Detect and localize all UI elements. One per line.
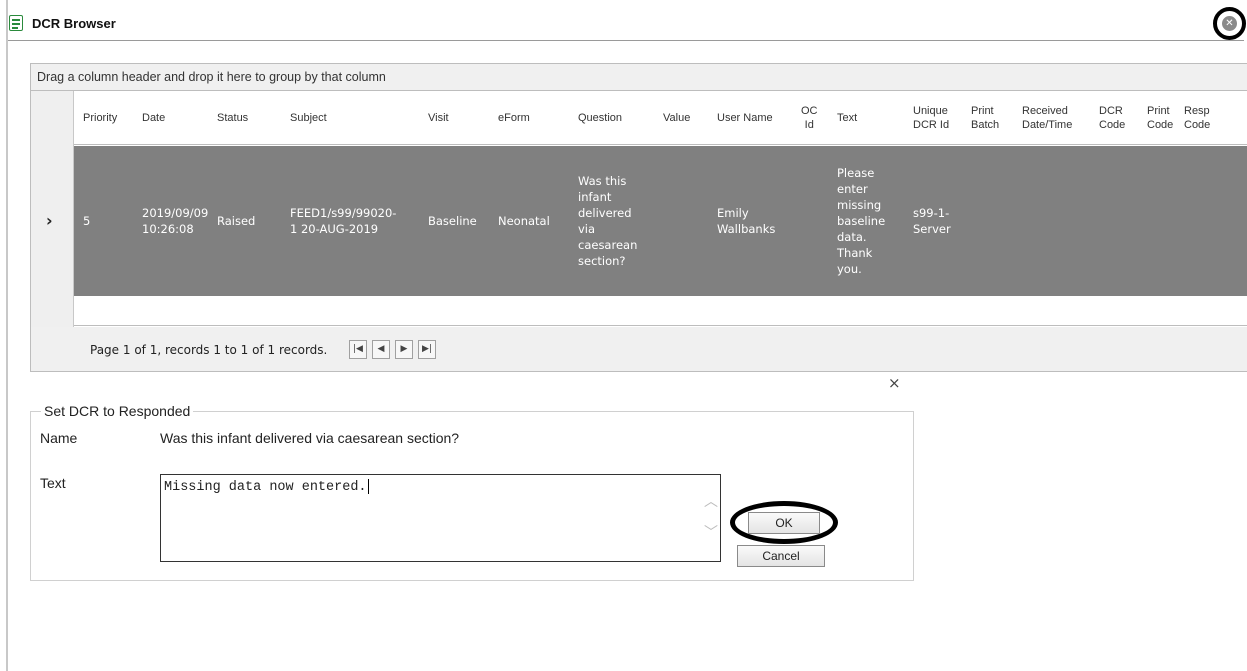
cell-text: Please enter missing baseline data. Than… xyxy=(837,166,886,276)
close-icon[interactable]: ✕ xyxy=(1222,16,1237,31)
column-header-subject[interactable]: Subject xyxy=(290,91,327,145)
name-value: Was this infant delivered via caesarean … xyxy=(160,430,460,446)
text-label: Text xyxy=(40,475,66,491)
cell-unique-dcr-id: s99-1- Server xyxy=(913,206,951,236)
column-header-print-code[interactable]: Print Code xyxy=(1147,91,1173,145)
cell-visit: Baseline xyxy=(428,214,477,228)
group-by-panel[interactable]: Drag a column header and drop it here to… xyxy=(31,64,1247,91)
title-divider xyxy=(8,40,1244,41)
prev-page-icon[interactable]: ◀ xyxy=(372,340,390,359)
dcr-grid: Drag a column header and drop it here to… xyxy=(30,63,1247,372)
window-title: DCR Browser xyxy=(32,16,116,31)
grid-header-row: Priority Date Status Subject Visit eForm… xyxy=(31,91,1247,145)
empty-row xyxy=(74,296,1247,326)
chevron-right-icon[interactable]: › xyxy=(46,211,53,230)
cancel-button[interactable]: Cancel xyxy=(737,545,825,567)
first-page-icon[interactable]: |◀ xyxy=(349,340,367,359)
column-header-date[interactable]: Date xyxy=(142,91,165,145)
scroll-up-icon[interactable]: ︿ xyxy=(704,491,718,511)
column-header-value[interactable]: Value xyxy=(663,91,690,145)
column-header-received-date-time[interactable]: Received Date/Time xyxy=(1022,91,1072,145)
name-label: Name xyxy=(40,430,78,446)
fieldset-legend: Set DCR to Responded xyxy=(41,403,194,419)
column-header-text[interactable]: Text xyxy=(837,91,857,145)
scroll-down-icon[interactable]: ﹀ xyxy=(704,522,718,542)
group-by-hint: Drag a column header and drop it here to… xyxy=(37,70,386,84)
pager-summary: Page 1 of 1, records 1 to 1 of 1 records… xyxy=(90,343,328,357)
ok-button[interactable]: OK xyxy=(748,512,820,534)
cell-status: Raised xyxy=(217,214,256,228)
cell-eform: Neonatal xyxy=(498,214,550,228)
column-header-priority[interactable]: Priority xyxy=(83,91,117,145)
window-left-border xyxy=(6,0,8,671)
column-header-question[interactable]: Question xyxy=(578,91,622,145)
column-header-unique-dcr-id[interactable]: Unique DCR Id xyxy=(913,91,949,145)
cell-question: Was this infant delivered via caesarean … xyxy=(578,174,638,268)
cell-date: 2019/09/09 10:26:08 xyxy=(142,206,209,236)
table-row[interactable]: 5 2019/09/09 10:26:08 Raised FEED1/s99/9… xyxy=(74,146,1247,296)
column-header-oc-id[interactable]: OC Id xyxy=(801,91,818,145)
column-header-visit[interactable]: Visit xyxy=(428,91,449,145)
cell-priority: 5 xyxy=(83,214,91,228)
last-page-icon[interactable]: ▶| xyxy=(418,340,436,359)
column-header-resp-code[interactable]: Resp Code xyxy=(1184,91,1210,145)
column-header-print-batch[interactable]: Print Batch xyxy=(971,91,999,145)
pager-bar: Page 1 of 1, records 1 to 1 of 1 records… xyxy=(31,327,1247,371)
column-header-dcr-code[interactable]: DCR Code xyxy=(1099,91,1125,145)
cell-user-name: Emily Wallbanks xyxy=(717,206,776,236)
response-text-value: Missing data now entered. xyxy=(164,480,367,496)
title-bar: DCR Browser xyxy=(8,14,1244,42)
text-caret xyxy=(367,479,369,494)
dialog-close-icon[interactable]: × xyxy=(888,374,901,392)
next-page-icon[interactable]: ▶ xyxy=(395,340,413,359)
cell-subject: FEED1/s99/99020- 1 20-AUG-2019 xyxy=(290,206,397,236)
response-text-field[interactable]: Missing data now entered. xyxy=(160,474,721,562)
column-header-eform[interactable]: eForm xyxy=(498,91,530,145)
column-header-user-name[interactable]: User Name xyxy=(717,91,773,145)
column-header-status[interactable]: Status xyxy=(217,91,248,145)
dcr-browser-icon xyxy=(9,15,23,31)
